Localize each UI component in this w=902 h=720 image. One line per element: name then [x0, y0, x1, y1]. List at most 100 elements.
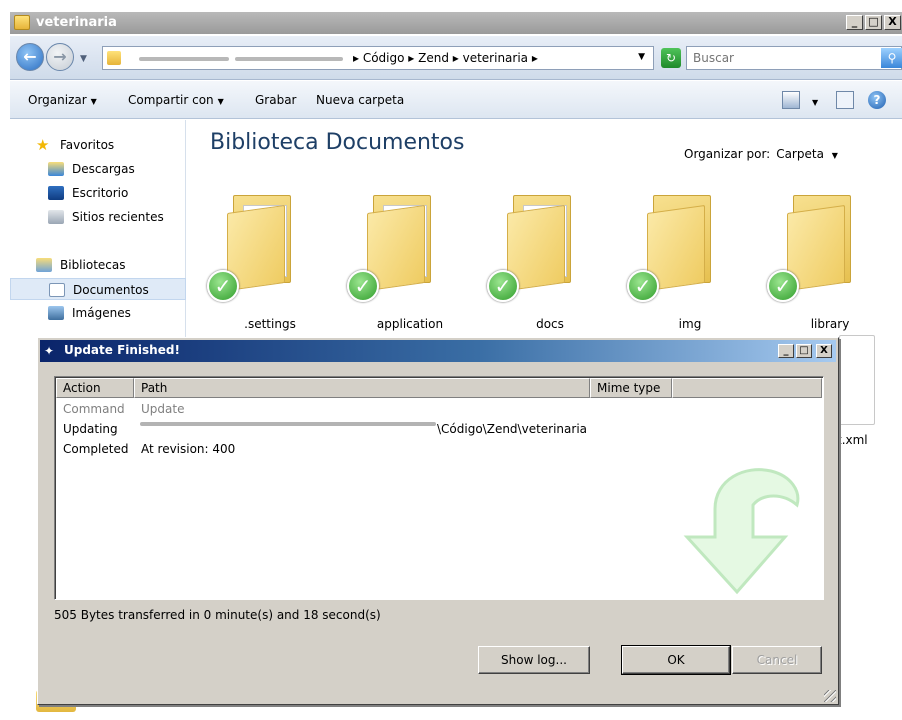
downloads-icon	[48, 162, 64, 176]
column-header-empty	[672, 378, 822, 398]
sidebar-item-label: Favoritos	[60, 138, 115, 152]
refresh-button[interactable]: ↻	[661, 48, 681, 68]
new-folder-button[interactable]: Nueva carpeta	[316, 93, 404, 107]
window-title: veterinaria	[36, 15, 117, 30]
sidebar-item-label: Descargas	[72, 162, 135, 176]
sidebar-item-documents[interactable]: Documentos	[10, 278, 186, 300]
navigation-bar: ← → ▼ ▸ Código ▸ Zend ▸ veterinaria ▸ ▼ …	[10, 36, 902, 80]
sidebar-item-desktop[interactable]: Escritorio	[10, 182, 186, 204]
results-list[interactable]: Action Path Mime type Command Update Upd…	[54, 376, 824, 600]
close-button[interactable]: X	[816, 344, 832, 358]
tortoise-icon: ✦	[44, 344, 55, 358]
svn-ok-overlay-icon: ✓	[207, 270, 239, 302]
arrange-value: Carpeta	[776, 147, 824, 161]
column-header-path[interactable]: Path	[134, 378, 590, 398]
recent-places-icon	[48, 210, 64, 224]
redacted-path-segment	[139, 57, 229, 61]
folder-icon	[507, 195, 581, 292]
column-header-action[interactable]: Action	[56, 378, 134, 398]
chevron-down-icon: ▼	[217, 97, 224, 106]
search-box[interactable]: ⚲	[686, 46, 902, 70]
chevron-down-icon: ▼	[90, 97, 97, 106]
cancel-button[interactable]: Cancel	[732, 646, 822, 674]
explorer-title-bar[interactable]: veterinaria _ □ X	[10, 12, 902, 34]
help-icon[interactable]: ?	[868, 91, 886, 109]
sidebar-item-pictures[interactable]: Imágenes	[10, 302, 186, 324]
chevron-down-icon: ▼	[831, 151, 838, 160]
folder-icon	[227, 195, 301, 292]
sidebar-item-favorites[interactable]: ★ Favoritos	[10, 134, 186, 156]
ok-button[interactable]: OK	[621, 645, 731, 675]
sidebar-item-label: Documentos	[73, 283, 149, 297]
row-action: Completed	[63, 442, 129, 456]
svn-ok-overlay-icon: ✓	[347, 270, 379, 302]
row-action: Updating	[63, 422, 118, 436]
folder-item-img[interactable]: ✓ img	[625, 190, 745, 335]
chevron-down-icon[interactable]: ▼	[638, 52, 645, 62]
redacted-path-segment	[235, 57, 343, 61]
share-label: Compartir con	[128, 93, 214, 107]
recent-pages-dropdown-icon[interactable]: ▼	[80, 54, 87, 64]
organize-menu[interactable]: Organizar ▼	[28, 93, 97, 107]
close-button[interactable]: X	[884, 15, 901, 30]
back-button[interactable]: ←	[16, 43, 44, 71]
arrange-by[interactable]: Organizar por: Carpeta ▼	[684, 147, 838, 161]
preview-pane-icon[interactable]	[836, 91, 854, 109]
sidebar-item-recent-places[interactable]: Sitios recientes	[10, 206, 186, 228]
folder-icon	[367, 195, 441, 292]
row-path: At revision: 400	[141, 442, 236, 456]
pictures-icon	[48, 306, 64, 320]
sidebar-item-label: Sitios recientes	[72, 210, 164, 224]
address-bar[interactable]: ▸ Código ▸ Zend ▸ veterinaria ▸ ▼	[102, 46, 654, 70]
share-menu[interactable]: Compartir con ▼	[128, 93, 224, 107]
column-header-mime-type[interactable]: Mime type	[590, 378, 672, 398]
sidebar-item-libraries[interactable]: Bibliotecas	[10, 254, 186, 276]
minimize-button[interactable]: _	[778, 344, 794, 358]
dialog-title: Update Finished!	[64, 343, 180, 357]
sidebar-item-downloads[interactable]: Descargas	[10, 158, 186, 180]
row-action: Command	[63, 402, 125, 416]
documents-icon	[49, 283, 65, 297]
transfer-status: 505 Bytes transferred in 0 minute(s) and…	[54, 608, 381, 622]
desktop-icon	[48, 186, 64, 200]
command-bar: Organizar ▼ Compartir con ▼ Grabar Nueva c…	[10, 81, 902, 119]
minimize-button[interactable]: _	[846, 15, 863, 30]
folder-label: application	[376, 317, 444, 331]
libraries-icon	[36, 258, 52, 272]
dialog-title-bar[interactable]: ✦ Update Finished! _ □ X	[40, 340, 836, 362]
resize-grip[interactable]	[824, 690, 836, 702]
show-log-button[interactable]: Show log...	[478, 646, 590, 674]
svn-ok-overlay-icon: ✓	[627, 270, 659, 302]
update-finished-dialog: ✦ Update Finished! _ □ X Action Path Mim…	[37, 337, 839, 705]
maximize-button[interactable]: □	[865, 15, 882, 30]
update-arrow-watermark-icon	[683, 468, 800, 595]
folder-item-settings[interactable]: ✓ .settings	[205, 190, 325, 335]
breadcrumb[interactable]: ▸ Código ▸ Zend ▸ veterinaria ▸	[353, 51, 538, 65]
sidebar-item-label: Bibliotecas	[60, 258, 126, 272]
svn-ok-overlay-icon: ✓	[767, 270, 799, 302]
file-item-xml[interactable]: t.xml	[837, 335, 877, 447]
folder-label: docs	[536, 317, 564, 331]
list-item[interactable]: Command Update	[56, 399, 822, 419]
list-item[interactable]: Updating \Código\Zend\veterinaria	[56, 419, 822, 439]
list-header: Action Path Mime type	[56, 378, 822, 398]
sidebar-item-label: Imágenes	[72, 306, 131, 320]
folder-item-library[interactable]: ✓ library	[765, 190, 885, 335]
folder-item-application[interactable]: ✓ application	[345, 190, 465, 335]
folder-icon	[647, 195, 721, 292]
organize-label: Organizar	[28, 93, 87, 107]
folder-icon	[14, 15, 30, 30]
folder-label: library	[810, 317, 850, 331]
forward-button[interactable]: →	[46, 43, 74, 71]
folder-icon	[787, 195, 861, 292]
burn-button[interactable]: Grabar	[255, 93, 297, 107]
maximize-button[interactable]: □	[796, 344, 812, 358]
search-input[interactable]	[693, 48, 873, 68]
view-options-chevron-icon[interactable]: ▼	[808, 94, 818, 108]
list-item[interactable]: Completed At revision: 400	[56, 439, 822, 459]
row-path: Update	[141, 402, 185, 416]
search-icon[interactable]: ⚲	[881, 48, 902, 68]
folder-item-docs[interactable]: ✓ docs	[485, 190, 605, 335]
change-view-icon[interactable]	[782, 91, 800, 109]
xml-file-icon	[839, 335, 875, 425]
